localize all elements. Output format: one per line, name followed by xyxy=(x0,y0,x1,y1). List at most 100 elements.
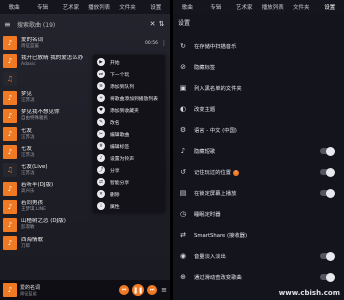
song-context-menu: ▶ 开始 ⏭ 下一个玩 ≡ 添加到队列 + 将歌曲添加到播放列表 ♥ 添加到收藏夹 ✎ 改名… xyxy=(93,55,165,213)
song-duration: 00:56 xyxy=(145,40,158,46)
tab-playlists[interactable]: 播放列表 xyxy=(259,3,288,11)
menu-item-play[interactable]: ▶ 开始 xyxy=(93,56,165,68)
tab-albums[interactable]: 专辑 xyxy=(202,3,231,11)
setting-lockscreen-play[interactable]: ▤ 在锁定屏幕上播放 xyxy=(173,183,344,203)
song-title: 山楂树之恋 (DJ版) xyxy=(21,218,66,225)
song-row[interactable]: ♪ 西海情歌 刀郎 xyxy=(0,234,170,252)
setting-smartshare[interactable]: ⇄ SmartShare (接收器) xyxy=(173,225,344,245)
previous-button[interactable]: ⏮ xyxy=(119,285,130,295)
setting-hide-short-songs[interactable]: ♪ 隐藏短歌 xyxy=(173,141,344,161)
music-note-icon: ♪ xyxy=(3,145,17,160)
song-title: 西海情歌 xyxy=(21,236,44,243)
setting-volume-fade[interactable]: ◉ 音量淡入淡出 xyxy=(173,246,344,266)
close-icon[interactable]: ✕ xyxy=(148,20,157,28)
queue-icon: ≡ xyxy=(97,82,105,90)
volume-icon: ◉ xyxy=(179,252,187,260)
setting-hide-tabs[interactable]: ⊘ 隐藏标签 xyxy=(173,57,344,77)
skip-next-icon: ⏭ xyxy=(97,70,105,78)
song-row[interactable]: ♪ 爱的名词 周征蓝鲨 00:56 ⋮ xyxy=(0,34,170,52)
toggle-switch[interactable] xyxy=(320,146,335,156)
more-icon[interactable]: ⋮ xyxy=(161,40,167,47)
swipe-icon: ⊕ xyxy=(180,273,186,281)
tab-songs[interactable]: 歌曲 xyxy=(0,3,28,11)
menu-item-edit-song[interactable]: ✂ 编辑歌曲 xyxy=(93,128,165,140)
music-note-icon: ♪ xyxy=(3,181,17,196)
playlist-add-icon: + xyxy=(97,94,105,102)
smart-share-icon: ⇄ xyxy=(180,231,186,239)
queue-menu-icon[interactable]: ≡ xyxy=(161,286,167,294)
tab-songs[interactable]: 歌曲 xyxy=(173,3,202,11)
search-input[interactable]: 搜索歌曲 (19) xyxy=(14,20,148,29)
trash-icon: ✕ xyxy=(97,190,105,198)
watermark: www.cbish.com xyxy=(278,289,340,297)
music-note-icon: ♪ xyxy=(3,199,17,214)
setting-swipe-change-song[interactable]: ⊕ 通过滑动查改变歌曲 xyxy=(173,267,344,287)
menu-item-set-ringtone[interactable]: ♪ 设置为铃声 xyxy=(93,152,165,164)
tab-settings[interactable]: 设置 xyxy=(142,3,170,11)
song-row[interactable]: ♪ 山楂树之恋 (DJ版) 彭淑敏 xyxy=(0,216,170,234)
mini-player[interactable]: ♪ 爱的名词 周征蓝鲨 ⏮ ❚❚ ⏭ ≡ xyxy=(0,280,170,300)
toggle-switch[interactable] xyxy=(320,251,335,261)
song-artist: 彭淑敏 xyxy=(21,225,35,231)
menu-item-share[interactable]: ⤴ 分享 xyxy=(93,164,165,176)
info-icon[interactable]: ! xyxy=(233,169,240,176)
tab-folders[interactable]: 文件夹 xyxy=(287,3,316,11)
share-icon: ⤴ xyxy=(97,166,105,174)
history-icon: ↺ xyxy=(180,168,186,176)
menu-item-add-to-favorites[interactable]: ♥ 添加到收藏夹 xyxy=(93,104,165,116)
next-button[interactable]: ⏭ xyxy=(147,285,158,295)
menu-item-add-to-playlist[interactable]: + 将歌曲添加到播放列表 xyxy=(93,92,165,104)
tab-folders[interactable]: 文件夹 xyxy=(113,3,141,11)
tab-bar: 歌曲 专辑 艺术家 播放列表 文件夹 设置 xyxy=(173,0,344,14)
setting-language[interactable]: ⚙ 语言 - 中文 (中国) xyxy=(173,120,344,140)
search-bar[interactable]: ≡ 搜索歌曲 (19) ✕ ⇅ xyxy=(0,14,170,34)
music-note-icon: ♪ xyxy=(3,127,17,142)
setting-remember-position[interactable]: ↺ 记住玩过的位置! xyxy=(173,162,344,182)
music-note-icon: ♪ xyxy=(3,236,17,251)
songs-screen: 歌曲 专辑 艺术家 播放列表 文件夹 设置 ≡ 搜索歌曲 (19) ✕ ⇅ ♪ 爱… xyxy=(0,0,170,300)
music-note-icon: ♫ xyxy=(3,163,17,178)
settings-screen: 歌曲 专辑 艺术家 播放列表 文件夹 设置 设置 ↻ 在存储中扫描音乐 ⊘ 隐藏标签… xyxy=(173,0,344,300)
toggle-switch[interactable] xyxy=(320,272,335,282)
folder-icon: ▣ xyxy=(179,84,187,92)
toggle-switch[interactable] xyxy=(320,188,335,198)
timer-icon: ◷ xyxy=(179,210,187,218)
tab-bar: 歌曲 专辑 艺术家 播放列表 文件夹 设置 xyxy=(0,0,170,14)
tab-artists[interactable]: 艺术家 xyxy=(230,3,259,11)
edit-icon: ✂ xyxy=(97,130,105,138)
refresh-icon: ↻ xyxy=(180,42,186,50)
player-title: 爱的名词 xyxy=(20,284,41,291)
sort-icon[interactable]: ⇅ xyxy=(157,20,166,28)
menu-item-rename[interactable]: ✎ 改名 xyxy=(93,116,165,128)
music-note-icon: ♫ xyxy=(3,72,17,87)
setting-scan-music[interactable]: ↻ 在存储中扫描音乐 xyxy=(173,36,344,56)
pause-button[interactable]: ❚❚ xyxy=(132,284,145,296)
music-note-icon: ♪ xyxy=(3,217,17,232)
menu-item-add-to-queue[interactable]: ≡ 添加到队列 xyxy=(93,80,165,92)
tab-albums[interactable]: 专辑 xyxy=(28,3,56,11)
menu-item-delete[interactable]: ✕ 删除 xyxy=(93,188,165,200)
lock-screen-icon: ▤ xyxy=(179,189,187,197)
tab-artists[interactable]: 艺术家 xyxy=(57,3,85,11)
heart-icon: ♥ xyxy=(97,106,105,114)
hide-icon: ⊘ xyxy=(180,63,186,71)
tab-playlists[interactable]: 播放列表 xyxy=(85,3,113,11)
tab-settings[interactable]: 设置 xyxy=(316,3,344,11)
setting-blacklist-folders[interactable]: ▣ 列入黑名单的文件夹 xyxy=(173,78,344,98)
music-note-icon: ♪ xyxy=(3,90,17,105)
toggle-switch[interactable] xyxy=(320,167,335,177)
setting-sleep-timer[interactable]: ◷ 睡眠定时器 xyxy=(173,204,344,224)
menu-item-smart-share[interactable]: ⇄ 智能分享 xyxy=(93,176,165,188)
menu-icon[interactable]: ≡ xyxy=(4,20,14,29)
song-artist: 刀郎 xyxy=(21,243,30,249)
setting-change-theme[interactable]: ◐ 改变主题 xyxy=(173,99,344,119)
settings-title: 设置 xyxy=(178,19,191,27)
song-title: 爱的名词 xyxy=(21,36,44,43)
menu-item-properties[interactable]: i 属性 xyxy=(93,200,165,212)
menu-item-edit-tags[interactable]: # 编辑标签 xyxy=(93,140,165,152)
tag-icon: # xyxy=(97,142,105,150)
music-note-icon: ♪ xyxy=(3,54,17,69)
menu-item-play-next[interactable]: ⏭ 下一个玩 xyxy=(93,68,165,80)
bell-icon: ♪ xyxy=(97,154,105,162)
music-note-icon: ♪ xyxy=(3,36,17,51)
